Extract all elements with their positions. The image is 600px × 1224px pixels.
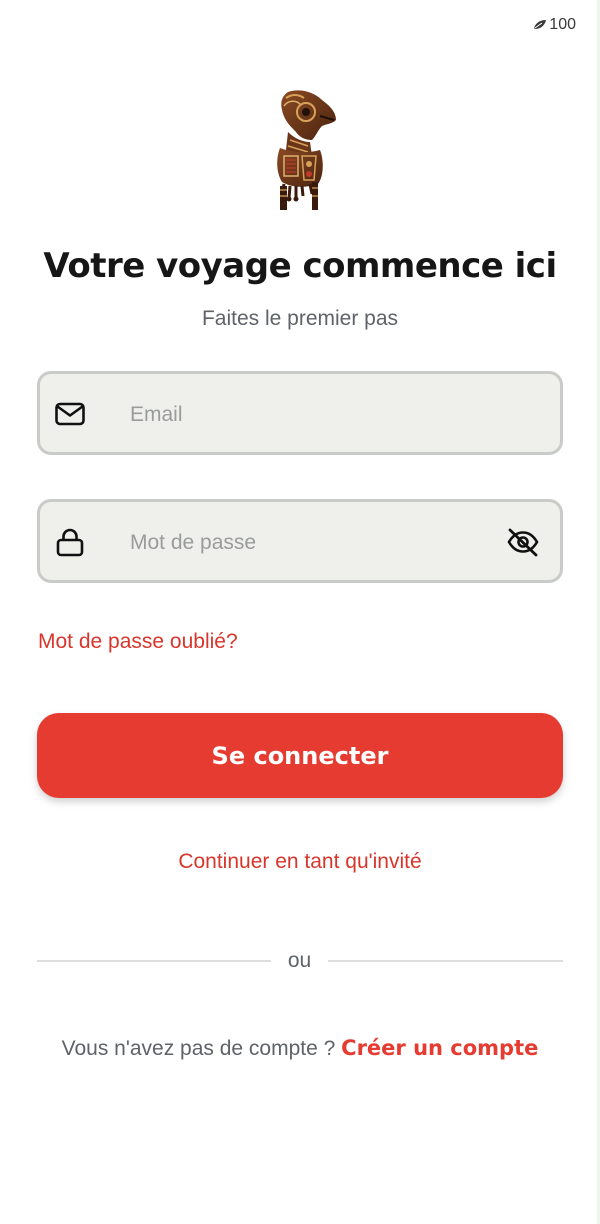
password-input[interactable] <box>128 522 492 564</box>
battery-level: 100 <box>549 16 576 33</box>
eye-off-icon[interactable] <box>506 526 540 558</box>
forgot-password-link[interactable]: Mot de passe oublié? <box>38 630 238 654</box>
status-bar: 100 <box>533 16 576 34</box>
continue-as-guest-link[interactable]: Continuer en tant qu'invité <box>0 850 600 874</box>
divider-line-left <box>37 960 271 962</box>
african-bird-sculpture-logo <box>277 90 336 210</box>
divider-label: ou <box>287 949 312 972</box>
divider-line-right <box>328 960 563 962</box>
page-subtitle: Faites le premier pas <box>201 307 399 330</box>
create-account-link[interactable]: Créer un compte <box>341 1036 538 1060</box>
lock-icon <box>56 528 84 557</box>
signup-prompt: Vous n'avez pas de compte ? <box>61 1037 336 1060</box>
page-title: Votre voyage commence ici <box>43 246 557 286</box>
battery-saver-icon <box>534 20 547 29</box>
login-button-label: Se connecter <box>211 741 389 770</box>
mail-icon <box>55 402 85 426</box>
login-screen: 100 Votre voyage commence ici Faites le … <box>0 0 600 1224</box>
email-field[interactable] <box>37 371 563 455</box>
password-field[interactable] <box>37 499 563 583</box>
email-input[interactable] <box>128 394 492 436</box>
signup-row: Vous n'avez pas de compte ? Créer un com… <box>0 1036 600 1061</box>
login-button[interactable]: Se connecter <box>37 713 563 798</box>
